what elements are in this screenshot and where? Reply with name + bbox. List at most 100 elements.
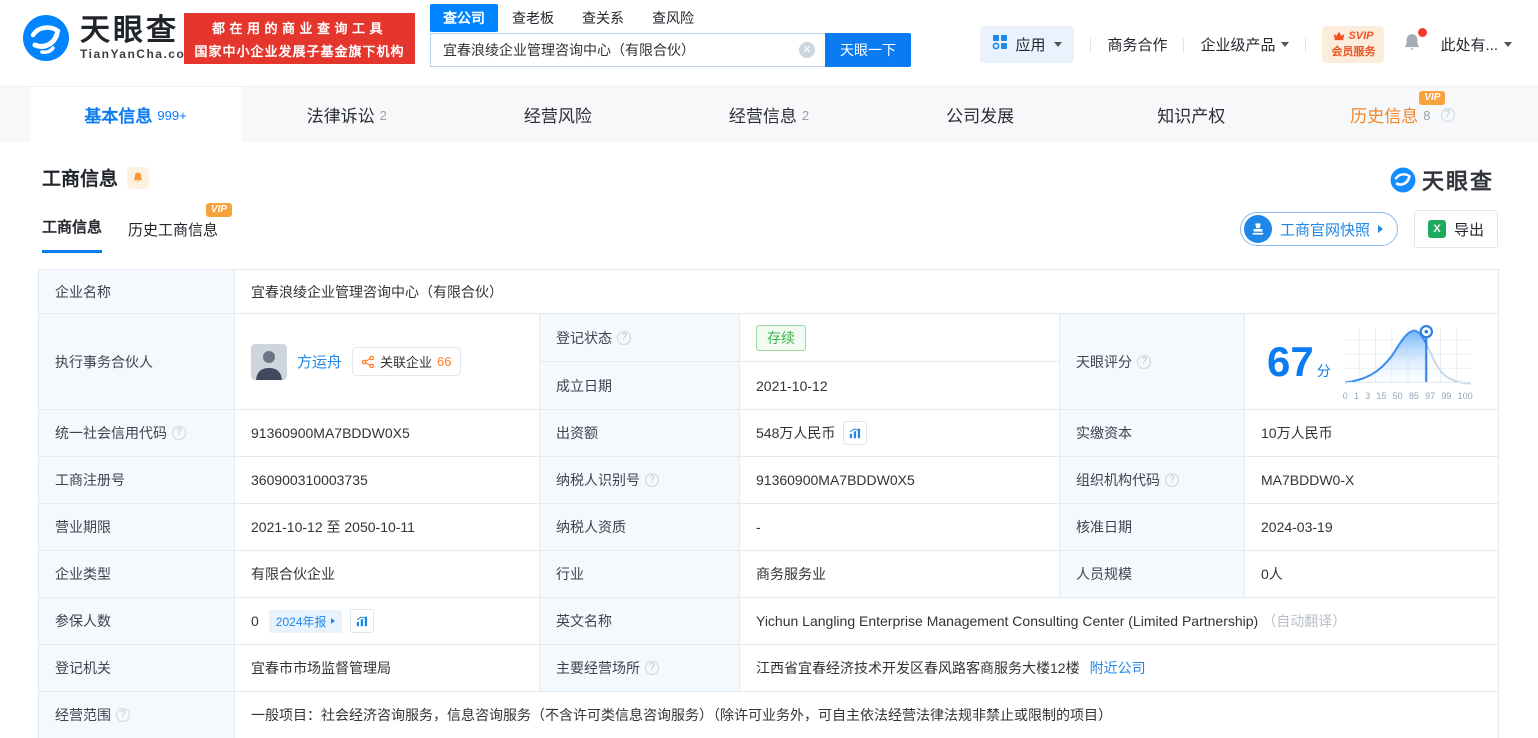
field-reg-status-value: 存续 xyxy=(740,314,1060,362)
field-reg-authority-value: 宜春市市场监督管理局 xyxy=(235,645,540,692)
chevron-down-icon xyxy=(1054,42,1062,47)
subtab-history-business-info[interactable]: VIP 历史工商信息 xyxy=(128,219,218,253)
help-icon[interactable]: ? xyxy=(1441,108,1455,122)
snapshot-button-label: 工商官网快照 xyxy=(1280,219,1370,240)
svip-label: SVIP xyxy=(1348,30,1373,42)
notification-dot xyxy=(1418,28,1427,37)
chevron-down-icon xyxy=(1504,42,1512,47)
nearby-companies-link[interactable]: 附近公司 xyxy=(1090,658,1146,678)
field-english-name-label: 英文名称 xyxy=(540,598,740,645)
official-snapshot-button[interactable]: 工商官网快照 xyxy=(1240,212,1398,246)
help-icon[interactable]: ? xyxy=(1137,355,1151,369)
tab-intellectual-property[interactable]: 知识产权 xyxy=(1086,87,1297,142)
help-icon[interactable]: ? xyxy=(172,426,186,440)
field-contribution-label: 出资额 xyxy=(540,410,740,457)
arrow-right-icon xyxy=(331,618,335,624)
field-taxpayer-quality-value: - xyxy=(740,504,1060,551)
crown-icon xyxy=(1333,31,1345,41)
field-establish-date-label: 成立日期 xyxy=(540,362,740,410)
score-value: 67 xyxy=(1267,338,1314,385)
field-staff-size-label: 人员规模 xyxy=(1060,551,1245,598)
partner-name-link[interactable]: 方运舟 xyxy=(297,351,342,372)
tab-company-development[interactable]: 公司发展 xyxy=(875,87,1086,142)
help-icon[interactable]: ? xyxy=(645,473,659,487)
subtab-row: 工商信息 VIP 历史工商信息 工商官网快照 X 导出 xyxy=(42,211,1498,253)
export-button-label: 导出 xyxy=(1454,219,1484,240)
nav-user-menu[interactable]: 此处有... xyxy=(1440,34,1512,55)
related-companies-badge[interactable]: 关联企业 66 xyxy=(352,347,460,376)
svip-sublabel: 会员服务 xyxy=(1331,43,1375,59)
svip-membership-badge[interactable]: SVIP 会员服务 xyxy=(1322,26,1384,63)
field-industry-label: 行业 xyxy=(540,551,740,598)
field-reg-number-label: 工商注册号 xyxy=(39,457,235,504)
trend-chart-icon[interactable] xyxy=(843,421,867,445)
help-icon[interactable]: ? xyxy=(645,661,659,675)
subscribe-bell-button[interactable] xyxy=(127,167,149,189)
field-establish-date-value: 2021-10-12 xyxy=(740,362,1060,410)
section-title: 工商信息 xyxy=(42,164,118,191)
field-industry-value: 商务服务业 xyxy=(740,551,1060,598)
field-taxpayer-quality-label: 纳税人资质 xyxy=(540,504,740,551)
tab-count: 2 xyxy=(380,108,387,123)
field-business-place-label: 主要经营场所? xyxy=(540,645,740,692)
field-contribution-value: 548万人民币 xyxy=(740,410,1060,457)
field-reg-authority-label: 登记机关 xyxy=(39,645,235,692)
search-tab-risk[interactable]: 查风险 xyxy=(638,5,708,31)
field-score-value[interactable]: 67分 xyxy=(1245,314,1499,410)
nav-business-cooperation[interactable]: 商务合作 xyxy=(1107,34,1167,55)
business-info-table: 企业名称 宜春浪绫企业管理咨询中心（有限合伙） 执行事务合伙人 方运舟 关联企业… xyxy=(38,269,1500,738)
tab-legal-proceedings[interactable]: 法律诉讼 2 xyxy=(241,87,452,142)
clear-search-icon[interactable]: ✕ xyxy=(799,42,815,58)
tab-basic-info[interactable]: 基本信息 999+ xyxy=(30,87,241,142)
help-icon[interactable]: ? xyxy=(617,331,631,345)
tianyancha-logo-icon xyxy=(22,14,70,62)
stamp-icon xyxy=(1244,215,1272,243)
search-tab-relation[interactable]: 查关系 xyxy=(568,5,638,31)
tab-business-info[interactable]: 经营信息 2 xyxy=(663,87,874,142)
tab-label: 历史信息 xyxy=(1350,102,1418,127)
chevron-down-icon xyxy=(1281,42,1289,47)
search-button[interactable]: 天眼一下 xyxy=(825,33,911,67)
field-approval-date-label: 核准日期 xyxy=(1060,504,1245,551)
field-paid-capital-value: 10万人民币 xyxy=(1245,410,1499,457)
tab-history-info[interactable]: VIP 历史信息 8 ? xyxy=(1297,87,1508,142)
vip-badge: VIP xyxy=(206,203,232,217)
field-reg-status-label: 登记状态? xyxy=(540,314,740,362)
annual-report-badge[interactable]: 2024年报 xyxy=(269,610,342,633)
subtab-business-info[interactable]: 工商信息 xyxy=(42,216,102,253)
help-icon[interactable]: ? xyxy=(1165,473,1179,487)
field-business-place-value: 江西省宜春经济技术开发区春风路客商服务大楼12楼 附近公司 xyxy=(740,645,1499,692)
export-button[interactable]: X 导出 xyxy=(1414,210,1498,248)
search-input[interactable] xyxy=(430,33,825,67)
promo-banner: 都在用的商业查询工具 国家中小企业发展子基金旗下机构 xyxy=(184,13,415,64)
divider xyxy=(1305,38,1306,52)
tab-label: 法律诉讼 xyxy=(307,102,375,127)
help-icon[interactable]: ? xyxy=(116,708,130,722)
field-credit-code-value: 91360900MA7BDDW0X5 xyxy=(235,410,540,457)
field-company-name-value: 宜春浪绫企业管理咨询中心（有限合伙） xyxy=(235,270,1499,314)
main-tabbar: 基本信息 999+ 法律诉讼 2 经营风险 经营信息 2 公司发展 知识产权 V… xyxy=(0,86,1538,142)
field-taxpayer-id-label: 纳税人识别号? xyxy=(540,457,740,504)
site-logo[interactable]: 天眼查 TianYanCha.com xyxy=(22,14,197,62)
notification-bell[interactable] xyxy=(1400,32,1424,58)
tab-count: 999+ xyxy=(157,108,186,123)
network-icon xyxy=(361,355,375,369)
tab-operational-risk[interactable]: 经营风险 xyxy=(452,87,663,142)
field-approval-date-value: 2024-03-19 xyxy=(1245,504,1499,551)
nav-enterprise-products[interactable]: 企业级产品 xyxy=(1200,34,1289,55)
trend-chart-icon[interactable] xyxy=(350,609,374,633)
partner-avatar[interactable] xyxy=(251,344,287,380)
search-tab-boss[interactable]: 查老板 xyxy=(498,5,568,31)
search-tab-company[interactable]: 查公司 xyxy=(430,4,498,32)
related-companies-count: 66 xyxy=(437,354,451,369)
header: 天眼查 TianYanCha.com 都在用的商业查询工具 国家中小企业发展子基… xyxy=(0,0,1538,86)
tab-label: 经营信息 xyxy=(729,102,797,127)
vip-badge: VIP xyxy=(1419,91,1445,105)
field-english-name-value: Yichun Langling Enterprise Management Co… xyxy=(740,598,1499,645)
field-business-scope-value: 一般项目：社会经济咨询服务，信息咨询服务（不含许可类信息咨询服务）（除许可业务外… xyxy=(235,692,1499,738)
nav-apps[interactable]: 应用 xyxy=(980,26,1074,63)
field-partner-label: 执行事务合伙人 xyxy=(39,314,235,410)
field-business-scope-label: 经营范围? xyxy=(39,692,235,738)
subtab-label: 历史工商信息 xyxy=(128,222,218,239)
search-area: 查公司 查老板 查关系 查风险 ✕ 天眼一下 xyxy=(430,4,911,67)
